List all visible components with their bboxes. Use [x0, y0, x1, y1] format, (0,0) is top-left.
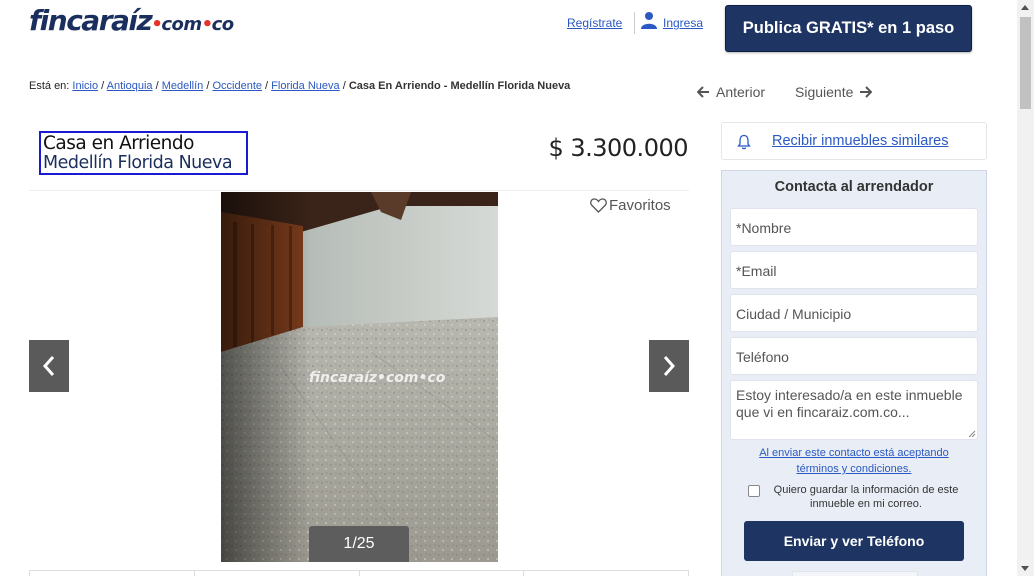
photo-watermark: fincaraíz•com•co: [309, 370, 446, 386]
detail-tab-3[interactable]: [360, 571, 525, 576]
listing-photo[interactable]: fincaraíz•com•co: [221, 192, 498, 562]
breadcrumb: Está en: Inicio / Antioquia / Medellín /…: [29, 80, 571, 92]
bell-icon: [737, 134, 751, 150]
room-photo-image: fincaraíz•com•co: [221, 192, 498, 562]
contact-form-title: Contacta al arrendador: [774, 179, 934, 195]
phone-field-placeholder: Teléfono: [736, 349, 789, 365]
phone-field[interactable]: Teléfono: [730, 337, 978, 375]
detail-tab-1[interactable]: [30, 571, 195, 576]
terms-line-1: Al enviar este contacto está aceptando: [759, 447, 949, 459]
photo-counter: 1/25: [309, 526, 409, 562]
user-icon[interactable]: [640, 11, 658, 29]
next-link[interactable]: Siguiente: [795, 84, 873, 100]
city-field-placeholder: Ciudad / Municipio: [736, 306, 852, 322]
logo-dot: •: [151, 14, 163, 35]
favorites-button[interactable]: Favoritos: [590, 197, 671, 214]
detail-tab-2[interactable]: [195, 571, 360, 576]
next-photo-button[interactable]: [649, 340, 689, 392]
site-logo[interactable]: fincaraíz•com•co: [29, 4, 234, 37]
submit-button-label: Enviar y ver Teléfono: [783, 533, 925, 549]
contact-form: Contacta al arrendador *Nombre *Email Ci…: [721, 170, 987, 576]
arrow-left-icon: [697, 86, 709, 98]
logo-co: co: [211, 14, 235, 35]
photo-counter-text: 1/25: [343, 535, 375, 552]
message-text: Estoy interesado/a en este inmueble que …: [736, 387, 963, 420]
page-scrollbar[interactable]: [1017, 0, 1034, 576]
login-link[interactable]: Ingresa: [663, 16, 703, 30]
breadcrumb-item-occidente[interactable]: Occidente: [212, 80, 262, 92]
logo-com: com: [161, 14, 202, 35]
listing-price: $ 3.300.000: [548, 134, 688, 162]
save-info-checkbox[interactable]: [748, 485, 760, 497]
scroll-down-icon[interactable]: [1021, 566, 1029, 571]
email-field[interactable]: *Email: [730, 251, 978, 289]
scrollbar-thumb[interactable]: [1020, 17, 1031, 109]
name-field[interactable]: *Nombre: [730, 208, 978, 246]
favorites-label: Favoritos: [609, 197, 671, 214]
breadcrumb-item-florida-nueva[interactable]: Florida Nueva: [271, 80, 339, 92]
logo-dot-2: •: [201, 14, 214, 35]
listing-location: Medellín Florida Nueva: [43, 153, 233, 173]
breadcrumb-item-inicio[interactable]: Inicio: [72, 80, 98, 92]
terms-link[interactable]: Al enviar este contacto está aceptando t…: [730, 445, 978, 477]
arrow-right-icon: [860, 86, 873, 98]
title-divider: [29, 190, 689, 191]
terms-line-2: términos y condiciones.: [796, 463, 912, 475]
resize-handle-icon[interactable]: [968, 430, 976, 438]
header-divider: [634, 12, 635, 34]
breadcrumb-prefix: Está en:: [29, 80, 70, 92]
save-info-option[interactable]: Quiero guardar la información de este in…: [748, 484, 968, 511]
similar-alert-link[interactable]: Recibir inmuebles similares: [772, 133, 948, 149]
breadcrumb-item-medellin[interactable]: Medellín: [162, 80, 204, 92]
city-field[interactable]: Ciudad / Municipio: [730, 294, 978, 332]
breadcrumb-item-antioquia[interactable]: Antioquia: [107, 80, 153, 92]
next-label: Siguiente: [795, 84, 854, 100]
register-link[interactable]: Regístrate: [567, 16, 622, 30]
listing-title-block: Casa en Arriendo Medellín Florida Nueva: [39, 131, 248, 175]
previous-link[interactable]: Anterior: [697, 84, 765, 100]
previous-label: Anterior: [716, 84, 766, 100]
scroll-up-icon[interactable]: [1021, 5, 1029, 10]
heart-icon: [590, 198, 607, 213]
detail-tabs: [29, 570, 689, 576]
name-field-placeholder: *Nombre: [736, 220, 792, 236]
message-textarea[interactable]: Estoy interesado/a en este inmueble que …: [730, 380, 978, 440]
listing-title: Casa en Arriendo: [43, 133, 194, 154]
save-info-label: Quiero guardar la información de este in…: [773, 484, 959, 510]
chevron-left-icon: [42, 356, 55, 376]
publish-button-label: Publica GRATIS* en 1 paso: [742, 19, 955, 37]
email-field-placeholder: *Email: [736, 263, 777, 279]
similar-alert-box[interactable]: Recibir inmuebles similares: [721, 122, 987, 160]
chevron-right-icon: [663, 356, 676, 376]
previous-photo-button[interactable]: [29, 340, 69, 392]
submit-button[interactable]: Enviar y ver Teléfono: [744, 521, 964, 561]
breadcrumb-current: Casa En Arriendo - Medellín Florida Nuev…: [348, 80, 571, 92]
detail-tab-4[interactable]: [524, 571, 688, 576]
publish-button[interactable]: Publica GRATIS* en 1 paso: [725, 5, 972, 52]
secondary-button[interactable]: [792, 571, 918, 576]
logo-brand: fincaraíz: [29, 4, 153, 37]
